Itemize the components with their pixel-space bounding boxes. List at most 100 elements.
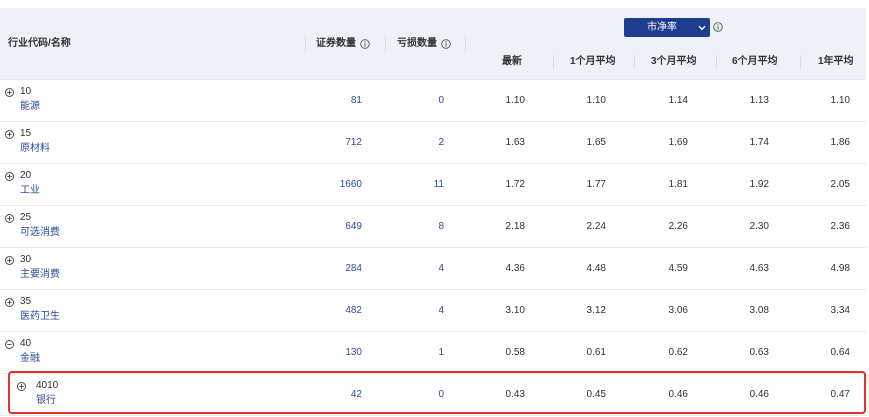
subheader-3m-avg-label: 3个月平均: [651, 56, 697, 67]
pb-latest: 0.43: [505, 389, 525, 400]
pb-3m-avg: 3.06: [668, 305, 688, 316]
pb-1m-avg: 1.10: [586, 95, 606, 106]
table-header: 行业代码/名称 证券数量 亏损数量 市净率 最新 1个月平均 3个月平均 6个月…: [0, 8, 866, 80]
pb-3m-avg: 2.26: [668, 221, 688, 232]
table-row: 25 可选消费 649 8 2.18 2.24 2.26 2.30 2.36: [0, 206, 866, 248]
securities-count-link[interactable]: 712: [305, 122, 362, 164]
header-industry-code-name-label: 行业代码/名称: [8, 38, 71, 49]
securities-count-link[interactable]: 1660: [305, 164, 362, 206]
industry-name-link[interactable]: 银行: [36, 394, 56, 408]
subheader-1y-avg: 1年平均: [818, 55, 854, 69]
info-icon[interactable]: [713, 22, 723, 32]
pb-latest: 1.72: [505, 179, 525, 190]
pb-latest: 4.36: [505, 263, 525, 274]
plus-circle-icon[interactable]: [5, 256, 14, 265]
pb-1m-avg: 3.12: [586, 305, 606, 316]
column-divider: [385, 36, 386, 52]
loss-count-link[interactable]: 8: [385, 206, 444, 248]
industry-code: 20: [20, 170, 32, 181]
table-row: 35 医药卫生 482 4 3.10 3.12 3.06 3.08 3.34: [0, 290, 866, 332]
subheader-6m-avg-label: 6个月平均: [732, 56, 778, 67]
pb-3m-avg: 1.14: [668, 95, 688, 106]
industry-name-link[interactable]: 医药卫生: [20, 310, 60, 324]
subheader-latest-label: 最新: [502, 56, 522, 67]
industry-code: 10: [20, 86, 32, 97]
column-divider: [553, 55, 554, 69]
industry-name-link[interactable]: 金融: [20, 352, 40, 366]
column-divider: [716, 55, 717, 69]
loss-count-link[interactable]: 11: [385, 164, 444, 206]
table-row: 30 主要消费 284 4 4.36 4.48 4.59 4.63 4.98: [0, 248, 866, 290]
plus-circle-icon[interactable]: [5, 88, 14, 97]
loss-count-link[interactable]: 1: [385, 332, 444, 374]
pb-latest: 0.58: [505, 347, 525, 358]
industry-code: 15: [20, 128, 32, 139]
pb-1y-avg: 2.05: [830, 179, 850, 190]
loss-count-link[interactable]: 0: [385, 374, 444, 416]
pb-1m-avg: 0.45: [586, 389, 606, 400]
industry-name-link[interactable]: 原材料: [20, 142, 50, 156]
industry-name-link[interactable]: 可选消费: [20, 226, 60, 240]
pb-3m-avg: 0.46: [668, 389, 688, 400]
plus-circle-icon[interactable]: [5, 172, 14, 181]
pb-1m-avg: 2.24: [586, 221, 606, 232]
header-securities-count: 证券数量: [316, 37, 370, 51]
subheader-1m-avg: 1个月平均: [570, 55, 616, 69]
securities-count-link[interactable]: 649: [305, 206, 362, 248]
industry-code: 25: [20, 212, 32, 223]
loss-count-link[interactable]: 4: [385, 248, 444, 290]
industry-code: 30: [20, 254, 32, 265]
pb-6m-avg: 0.63: [749, 347, 769, 358]
metric-select[interactable]: 市净率: [624, 18, 710, 37]
plus-circle-icon[interactable]: [17, 382, 26, 391]
info-icon[interactable]: [441, 39, 451, 49]
info-icon[interactable]: [360, 39, 370, 49]
table-row: 40 金融 130 1 0.58 0.61 0.62 0.63 0.64: [0, 332, 866, 374]
plus-circle-icon[interactable]: [5, 298, 14, 307]
pb-1y-avg: 1.10: [830, 95, 850, 106]
industry-code: 4010: [36, 380, 59, 391]
pb-1m-avg: 4.48: [586, 263, 606, 274]
securities-count-link[interactable]: 81: [305, 80, 362, 122]
pb-6m-avg: 2.30: [749, 221, 769, 232]
metric-select-value: 市净率: [647, 22, 677, 33]
header-industry-code-name: 行业代码/名称: [8, 37, 71, 51]
loss-count-link[interactable]: 0: [385, 80, 444, 122]
industry-name-link[interactable]: 主要消费: [20, 268, 60, 282]
pb-1y-avg: 0.47: [830, 389, 850, 400]
loss-count-link[interactable]: 2: [385, 122, 444, 164]
pb-6m-avg: 3.08: [749, 305, 769, 316]
pb-6m-avg: 1.13: [749, 95, 769, 106]
column-divider: [800, 55, 801, 69]
securities-count-link[interactable]: 130: [305, 332, 362, 374]
industry-code: 35: [20, 296, 32, 307]
pb-6m-avg: 1.92: [749, 179, 769, 190]
pb-6m-avg: 4.63: [749, 263, 769, 274]
header-loss-count-label: 亏损数量: [397, 38, 437, 49]
subheader-latest: 最新: [502, 55, 522, 69]
pb-1m-avg: 0.61: [586, 347, 606, 358]
pb-1y-avg: 3.34: [830, 305, 850, 316]
plus-circle-icon[interactable]: [5, 130, 14, 139]
loss-count-link[interactable]: 4: [385, 290, 444, 332]
securities-count-link[interactable]: 42: [305, 374, 362, 416]
table-row: 15 原材料 712 2 1.63 1.65 1.69 1.74 1.86: [0, 122, 866, 164]
pb-latest: 3.10: [505, 305, 525, 316]
securities-count-link[interactable]: 482: [305, 290, 362, 332]
table-row: 20 工业 1660 11 1.72 1.77 1.81 1.92 2.05: [0, 164, 866, 206]
subheader-1y-avg-label: 1年平均: [818, 56, 854, 67]
industry-name-link[interactable]: 工业: [20, 184, 40, 198]
securities-count-link[interactable]: 284: [305, 248, 362, 290]
column-divider: [305, 36, 306, 52]
plus-circle-icon[interactable]: [5, 214, 14, 223]
header-securities-count-label: 证券数量: [316, 38, 356, 49]
column-divider: [634, 55, 635, 69]
pb-1y-avg: 4.98: [830, 263, 850, 274]
pb-1y-avg: 1.86: [830, 137, 850, 148]
table-row: 4010 银行 42 0 0.43 0.45 0.46 0.46 0.47: [0, 374, 866, 416]
pb-3m-avg: 0.62: [668, 347, 688, 358]
pb-1m-avg: 1.65: [586, 137, 606, 148]
minus-circle-icon[interactable]: [5, 340, 14, 349]
pb-3m-avg: 1.81: [668, 179, 688, 190]
industry-name-link[interactable]: 能源: [20, 100, 40, 114]
